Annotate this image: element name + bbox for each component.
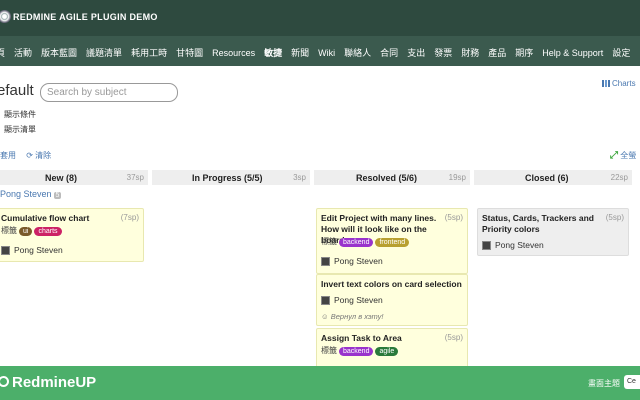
column-name: New (8) [45,173,78,183]
menu-item[interactable]: Wiki [318,48,335,58]
redmineup-logo-icon [0,376,9,387]
card-subject[interactable]: Cumulative flow chart [1,213,89,224]
column-header-closed: Closed (6) 22sp [474,170,632,185]
menu-item[interactable]: 期序 [515,48,533,58]
list-toggle[interactable]: 顯示清單 [4,124,36,135]
charts-label: Charts [612,79,636,88]
column-name: Closed (6) [525,173,569,183]
tags-label: 標籤 [321,237,337,246]
menu-item[interactable]: 版本藍圖 [41,48,77,58]
clear-label: 清除 [35,151,52,160]
column-sp: 22sp [610,173,628,182]
menu-item[interactable]: 合同 [380,48,398,58]
assignee-name[interactable]: Pong Steven [334,295,383,305]
site-title[interactable]: REDMINE AGILE PLUGIN DEMO [13,12,158,22]
issue-card[interactable]: Assign Task to Area (5sp) 標籤 backend agile [316,328,468,370]
avatar-icon [321,257,330,267]
options-toggle[interactable]: 顯示條件 [4,109,36,120]
card-subject[interactable]: Status, Cards, Trackers and Priority col… [482,213,597,235]
assignee-name[interactable]: Pong Steven [14,245,63,255]
card-sp: (5sp) [605,213,624,222]
card-sp: (5sp) [444,213,463,222]
menu-item[interactable]: Help & Support [542,48,603,58]
card-sp: (7sp) [120,213,139,222]
tag-badge[interactable]: frontend [375,238,410,247]
tag-badge[interactable]: backend [339,347,374,356]
main-menu: 頁活動 版本藍圖 議題清單 耗用工時 甘特圖 Resources 敏捷 新聞 Wiki 聯絡人 合同… [0,36,640,66]
main-menu-items: 頁活動 版本藍圖 議題清單 耗用工時 甘特圖 Resources 敏捷 新聞 Wiki 聯絡人 合同… [0,46,639,59]
avatar-icon [1,246,10,256]
menu-item[interactable]: 新聞 [291,48,309,58]
column-name: In Progress (5/5) [192,173,263,183]
swimlane-header[interactable]: Pong Steven 5 [0,189,62,199]
menu-item[interactable]: 設定 [612,48,630,58]
fullscreen-icon: ⤢ [610,150,618,161]
charts-link[interactable]: Charts [602,79,636,88]
card-tags: 標籤 backend agile [321,345,399,356]
card-comment: ☺ Вернул в хэту! [321,312,384,321]
issue-card[interactable]: Invert text colors on card selection Pon… [316,274,468,326]
tag-badge[interactable]: backend [339,238,374,247]
column-header-in-progress: In Progress (5/5) 3sp [152,170,310,185]
swimlane-name: Pong Steven [0,189,52,199]
avatar-icon [482,241,491,251]
tags-label: 標籤 [1,226,17,235]
issue-card[interactable]: Edit Project with many lines. How will i… [316,208,468,274]
card-assignee: Pong Steven [1,245,63,256]
footer-bar: RedmineUP 畫面主題 Ce [0,366,640,400]
column-name: Resolved (5/6) [356,173,418,183]
tag-badge[interactable]: agile [375,347,399,356]
menu-item[interactable]: Resources [212,48,255,58]
apply-link[interactable]: 套用 [0,151,16,160]
card-assignee: Pong Steven [321,295,383,306]
comment-text: Вернул в хэту! [330,312,384,321]
menu-item[interactable]: 頁 [0,48,5,58]
tag-badge[interactable]: charts [34,227,62,236]
column-header-resolved: Resolved (5/6) 19sp [314,170,470,185]
card-tags: 標籤 backend frontend [321,236,410,247]
brand-name: RedmineUP [12,374,97,391]
tag-badge[interactable]: ui [19,227,33,236]
theme-label: 畫面主題 [588,379,620,388]
assignee-name[interactable]: Pong Steven [334,256,383,266]
issue-card[interactable]: Status, Cards, Trackers and Priority col… [477,208,629,256]
theme-button[interactable]: Ce [624,375,640,389]
page-title: efault [0,82,34,99]
menu-item[interactable]: 甘特圖 [176,48,203,58]
menu-item[interactable]: 耗用工時 [131,48,167,58]
card-subject[interactable]: Assign Task to Area [321,333,402,344]
menu-item[interactable]: 議題清單 [86,48,122,58]
menu-item[interactable]: 聯絡人 [344,48,371,58]
agile-board-page: efault Charts 顯示條件 顯示清單 套用 ⟳ 清除 ⤢ 全螢 New… [0,66,640,370]
assignee-name[interactable]: Pong Steven [495,240,544,250]
filter-actions: 套用 ⟳ 清除 [0,150,51,161]
column-header-new: New (8) 37sp [0,170,148,185]
bar-chart-icon [602,80,610,88]
clear-link[interactable]: ⟳ 清除 [26,151,51,160]
swimlane-count: 5 [53,192,62,199]
menu-item[interactable]: 敏捷 [264,48,282,58]
top-header: REDMINE AGILE PLUGIN DEMO [0,0,640,36]
card-assignee: Pong Steven [321,256,383,267]
column-sp: 37sp [126,173,144,182]
menu-item[interactable]: 活動 [14,48,32,58]
column-sp: 19sp [448,173,466,182]
menu-item[interactable]: 發票 [434,48,452,58]
card-sp: (5sp) [444,333,463,342]
search-input[interactable] [40,83,178,102]
redmine-logo-icon [0,10,11,23]
card-tags: 標籤 ui charts [1,225,62,236]
card-subject[interactable]: Invert text colors on card selection [321,279,462,290]
card-assignee: Pong Steven [482,240,544,251]
menu-item[interactable]: 支出 [407,48,425,58]
menu-item[interactable]: 產品 [488,48,506,58]
fullscreen-button[interactable]: ⤢ 全螢 [610,150,636,161]
avatar-icon [321,296,330,306]
menu-item[interactable]: 財務 [461,48,479,58]
fullscreen-label: 全螢 [620,151,637,160]
tags-label: 標籤 [321,346,337,355]
brand-logo[interactable]: RedmineUP [0,374,96,391]
column-sp: 3sp [293,173,306,182]
issue-card[interactable]: Cumulative flow chart (7sp) 標籤 ui charts P… [0,208,144,262]
